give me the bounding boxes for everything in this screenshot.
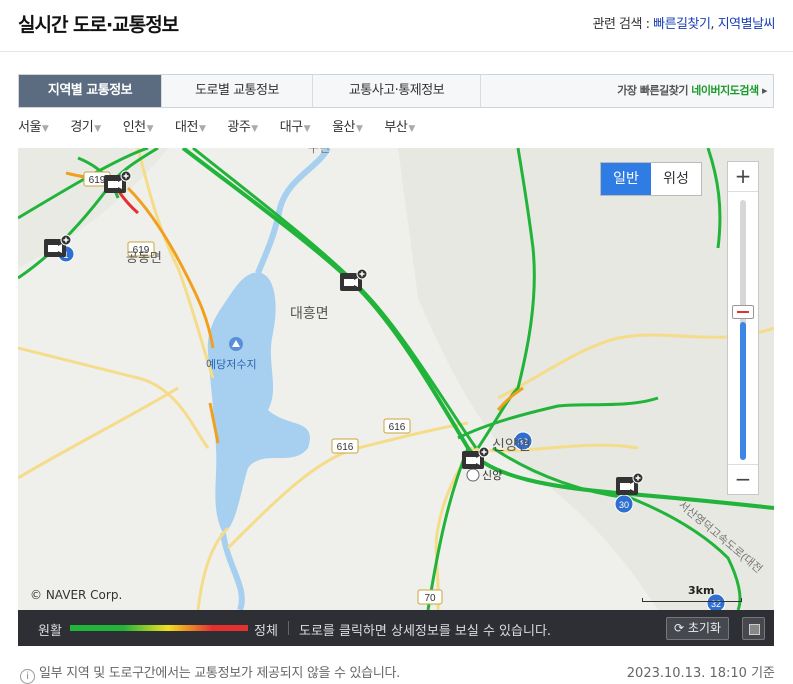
town-office-icon	[466, 468, 480, 482]
region-daejeon[interactable]: 대전▼	[175, 116, 206, 146]
svg-text:616: 616	[389, 422, 406, 433]
label-yedang: 예당저수지	[206, 358, 257, 371]
caret-down-icon: ▼	[303, 124, 311, 134]
refresh-icon: ⟳	[674, 621, 685, 635]
route-shield: 616	[383, 418, 411, 434]
footer-note-text: 일부 지역 및 도로구간에서는 교통정보가 제공되지 않을 수 있습니다.	[39, 666, 400, 681]
link-fast-route[interactable]: 빠른길찾기	[653, 17, 711, 32]
zoom-slider-handle[interactable]	[732, 305, 754, 319]
reservoir-icon	[229, 337, 243, 351]
local-road	[18, 346, 210, 449]
caret-down-icon: ▼	[251, 124, 258, 134]
scale-bar-line	[642, 598, 742, 602]
caret-down-icon: ▼	[94, 124, 101, 134]
label-partial-top: 구년	[308, 148, 330, 155]
road-slow[interactable]	[126, 186, 215, 349]
caret-down-icon: ▼	[355, 124, 363, 134]
reset-label: 초기화	[687, 621, 722, 635]
map-scale-bar: 3km	[642, 584, 742, 602]
footer-note: i 일부 지역 및 도로구간에서는 교통정보가 제공되지 않을 수 있습니다.	[20, 662, 400, 684]
caret-down-icon: ▼	[198, 124, 206, 134]
caret-down-icon: ▼	[41, 124, 49, 134]
naver-map-search-link[interactable]: 가장 빠른길찾기 네이버지도검색 ▸	[617, 75, 767, 107]
traffic-legend-bar: 원활 정체 도로를 클릭하면 상세정보를 보실 수 있습니다. ⟳ 초기화	[18, 610, 774, 646]
legend-jam-label: 정체	[254, 624, 278, 639]
local-road	[18, 386, 179, 480]
chevron-right-icon: ▸	[761, 84, 768, 97]
naver-link-prefix: 가장 빠른길찾기	[617, 84, 692, 97]
svg-text:70: 70	[424, 593, 436, 604]
national-route-shield: 30	[614, 494, 634, 514]
region-daegu[interactable]: 대구▼	[280, 116, 311, 146]
tab-road-traffic[interactable]: 도로별 교통정보	[162, 75, 313, 107]
map-canvas[interactable]: 619 619 616 616 70 32 30 1	[18, 148, 774, 610]
region-selector: 서울▼ 경기▼ 인천▼ 대전▼ 광주▼ 대구▼ 울산▼ 부산▼	[18, 116, 437, 146]
caret-down-icon: ▼	[408, 124, 415, 134]
zoom-level-fill	[740, 322, 746, 460]
region-seoul[interactable]: 서울▼	[18, 116, 49, 146]
region-gwangju[interactable]: 광주▼	[227, 116, 258, 146]
region-ulsan[interactable]: 울산▼	[332, 116, 363, 146]
map-type-satellite-button[interactable]: 위성	[651, 163, 701, 195]
region-gyeonggi[interactable]: 경기▼	[70, 116, 101, 146]
region-incheon[interactable]: 인천▼	[123, 116, 154, 146]
zoom-control: + −	[727, 161, 759, 495]
label-gongdong: 공동면	[126, 250, 162, 265]
update-timestamp: 2023.10.13. 18:10 기준	[626, 666, 775, 681]
region-busan[interactable]: 부산▼	[384, 116, 415, 146]
map-type-normal-button[interactable]: 일반	[601, 163, 651, 195]
naver-link-highlight: 네이버지도검색	[691, 84, 759, 97]
svg-text:616: 616	[337, 442, 354, 453]
road-smooth[interactable]	[426, 447, 470, 610]
related-search: 관련 검색 : 빠른길찾기, 지역별날씨	[592, 13, 775, 32]
legend-help-text: 도로를 클릭하면 상세정보를 보실 수 있습니다.	[299, 624, 552, 639]
route-shield: 70	[417, 589, 443, 605]
scale-label: 3km	[688, 584, 715, 597]
zoom-out-button[interactable]: −	[728, 464, 758, 494]
tab-bar: 지역별 교통정보 도로별 교통정보 교통사고·통제정보 가장 빠른길찾기 네이버…	[18, 74, 774, 108]
link-regional-weather[interactable]: 지역별날씨	[718, 17, 776, 32]
legend-smooth-label: 원활	[38, 624, 62, 639]
reset-button[interactable]: ⟳ 초기화	[666, 617, 730, 640]
svg-text:619: 619	[89, 175, 106, 186]
legend-gradient	[70, 625, 248, 631]
map-copyright: © NAVER Corp.	[30, 588, 123, 602]
related-sep: ,	[710, 17, 718, 32]
label-sinyang: 신양	[482, 469, 502, 482]
svg-text:30: 30	[619, 500, 629, 510]
route-shield: 616	[331, 438, 359, 454]
map-type-toggle: 일반 위성	[600, 162, 702, 196]
label-sinyang-myeon: 신양면	[492, 437, 531, 453]
caret-down-icon: ▼	[146, 124, 154, 134]
zoom-in-button[interactable]: +	[728, 162, 758, 192]
traffic-map[interactable]: 619 619 616 616 70 32 30 1	[18, 148, 774, 610]
tab-regional-traffic[interactable]: 지역별 교통정보	[19, 75, 162, 107]
expand-map-button[interactable]	[742, 617, 765, 640]
label-daeheung: 대흥면	[290, 305, 329, 321]
tab-accident-control[interactable]: 교통사고·통제정보	[313, 75, 481, 107]
page-title: 실시간 도로·교통정보	[18, 14, 179, 36]
related-search-label: 관련 검색 :	[592, 17, 654, 32]
header: 실시간 도로·교통정보 관련 검색 : 빠른길찾기, 지역별날씨	[0, 0, 793, 52]
legend-divider	[288, 621, 289, 635]
